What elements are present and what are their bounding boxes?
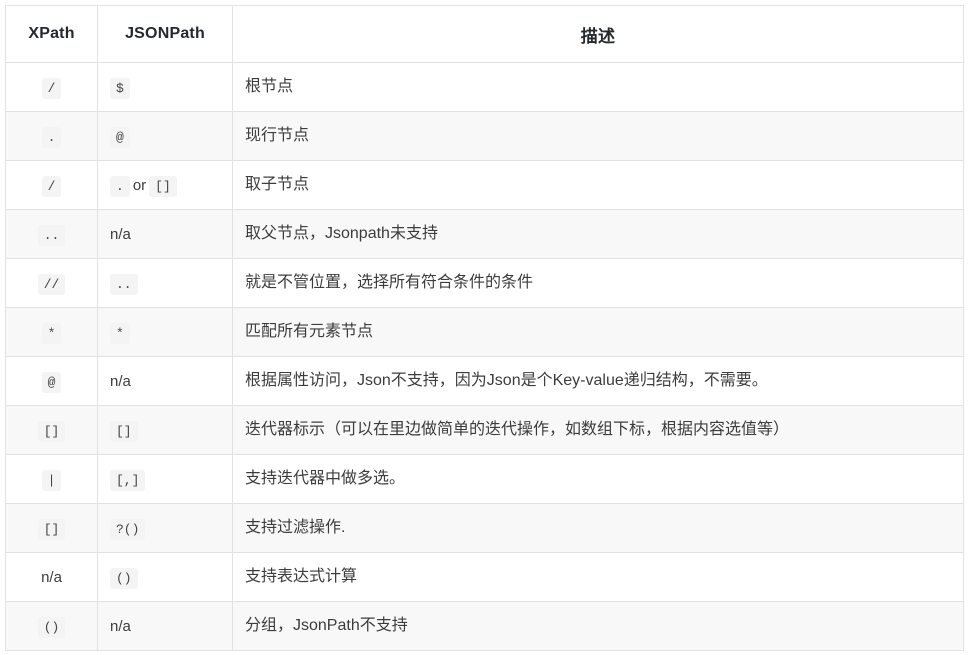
cell-description: 取父节点，Jsonpath未支持 bbox=[232, 209, 964, 259]
cell-description: 支持表达式计算 bbox=[232, 552, 964, 602]
cell-description: 迭代器标示（可以在里边做简单的迭代操作，如数组下标，根据内容选值等） bbox=[232, 405, 964, 455]
cell-description: 支持迭代器中做多选。 bbox=[232, 454, 964, 504]
cell-description: 支持过滤操作. bbox=[232, 503, 964, 553]
cell-description: 根节点 bbox=[232, 62, 964, 112]
code-token: ?() bbox=[110, 518, 146, 540]
cell-xpath: () bbox=[5, 601, 98, 651]
cell-jsonpath: $ bbox=[97, 62, 233, 112]
table-row: () n/a 分组，JsonPath不支持 bbox=[5, 601, 964, 651]
cell-description: 匹配所有元素节点 bbox=[232, 307, 964, 357]
column-header-jsonpath: JSONPath bbox=[97, 5, 233, 63]
code-token: .. bbox=[37, 224, 66, 246]
cell-xpath: . bbox=[5, 111, 98, 161]
cell-jsonpath: .. bbox=[97, 258, 233, 308]
cell-description: 取子节点 bbox=[232, 160, 964, 210]
cell-jsonpath: * bbox=[97, 307, 233, 357]
column-header-description: 描述 bbox=[232, 5, 964, 63]
code-token: $ bbox=[110, 77, 130, 99]
code-token: @ bbox=[110, 126, 130, 148]
cell-xpath: / bbox=[5, 62, 98, 112]
comparison-table-container: XPath JSONPath 描述 / $ 根节点. @ 现行节点 /. or[] 取子节点.… bbox=[5, 5, 964, 651]
cell-xpath: * bbox=[5, 307, 98, 357]
table-row: n/a () 支持表达式计算 bbox=[5, 552, 964, 602]
token-joiner: or bbox=[132, 176, 147, 194]
cell-description: 就是不管位置，选择所有符合条件的条件 bbox=[232, 258, 964, 308]
cell-xpath: / bbox=[5, 160, 98, 210]
code-token: * bbox=[110, 322, 130, 344]
table-row: * * 匹配所有元素节点 bbox=[5, 307, 964, 357]
table-header: XPath JSONPath 描述 bbox=[5, 5, 964, 63]
table-row: [] [] 迭代器标示（可以在里边做简单的迭代操作，如数组下标，根据内容选值等） bbox=[5, 405, 964, 455]
code-token: * bbox=[41, 322, 62, 344]
cell-description: 现行节点 bbox=[232, 111, 964, 161]
code-token: . bbox=[110, 175, 130, 197]
cell-jsonpath: [] bbox=[97, 405, 233, 455]
cell-description: 根据属性访问，Json不支持，因为Json是个Key-value递归结构，不需要… bbox=[232, 356, 964, 406]
code-token: [] bbox=[37, 420, 66, 442]
not-available-text: n/a bbox=[41, 568, 62, 586]
cell-xpath: .. bbox=[5, 209, 98, 259]
table-header-row: XPath JSONPath 描述 bbox=[5, 5, 964, 63]
cell-jsonpath: n/a bbox=[97, 601, 233, 651]
cell-jsonpath: ?() bbox=[97, 503, 233, 553]
code-token: [] bbox=[37, 518, 66, 540]
code-token: [,] bbox=[110, 469, 146, 491]
cell-jsonpath: @ bbox=[97, 111, 233, 161]
cell-jsonpath: n/a bbox=[97, 356, 233, 406]
cell-jsonpath: . or[] bbox=[97, 160, 233, 210]
table-row: . @ 现行节点 bbox=[5, 111, 964, 161]
table-row: /. or[] 取子节点 bbox=[5, 160, 964, 210]
code-token: [] bbox=[110, 420, 138, 442]
cell-jsonpath: n/a bbox=[97, 209, 233, 259]
cell-jsonpath: [,] bbox=[97, 454, 233, 504]
table-row: [] ?() 支持过滤操作. bbox=[5, 503, 964, 553]
code-token: // bbox=[37, 273, 66, 295]
code-token: . bbox=[41, 126, 62, 148]
xpath-jsonpath-comparison-table: XPath JSONPath 描述 / $ 根节点. @ 现行节点 /. or[] 取子节点.… bbox=[5, 5, 964, 651]
code-token: [] bbox=[149, 175, 177, 197]
cell-xpath: @ bbox=[5, 356, 98, 406]
cell-xpath: // bbox=[5, 258, 98, 308]
code-token: @ bbox=[41, 371, 62, 393]
code-token: / bbox=[41, 175, 62, 197]
code-token: / bbox=[41, 77, 62, 99]
code-token: .. bbox=[110, 273, 138, 295]
code-token: | bbox=[41, 469, 62, 491]
table-body: / $ 根节点. @ 现行节点 /. or[] 取子节点.. n/a 取父节点，Jsonpath未… bbox=[5, 62, 964, 651]
table-row: / $ 根节点 bbox=[5, 62, 964, 112]
cell-xpath: [] bbox=[5, 405, 98, 455]
table-row: //.. 就是不管位置，选择所有符合条件的条件 bbox=[5, 258, 964, 308]
cell-jsonpath: () bbox=[97, 552, 233, 602]
cell-xpath: n/a bbox=[5, 552, 98, 602]
column-header-xpath: XPath bbox=[5, 5, 98, 63]
not-available-text: n/a bbox=[110, 225, 131, 243]
table-row: .. n/a 取父节点，Jsonpath未支持 bbox=[5, 209, 964, 259]
table-row: | [,] 支持迭代器中做多选。 bbox=[5, 454, 964, 504]
table-row: @ n/a 根据属性访问，Json不支持，因为Json是个Key-value递归结构… bbox=[5, 356, 964, 406]
not-available-text: n/a bbox=[110, 372, 131, 390]
code-token: () bbox=[37, 616, 66, 638]
cell-xpath: | bbox=[5, 454, 98, 504]
not-available-text: n/a bbox=[110, 617, 131, 635]
cell-description: 分组，JsonPath不支持 bbox=[232, 601, 964, 651]
cell-xpath: [] bbox=[5, 503, 98, 553]
code-token: () bbox=[110, 567, 138, 589]
